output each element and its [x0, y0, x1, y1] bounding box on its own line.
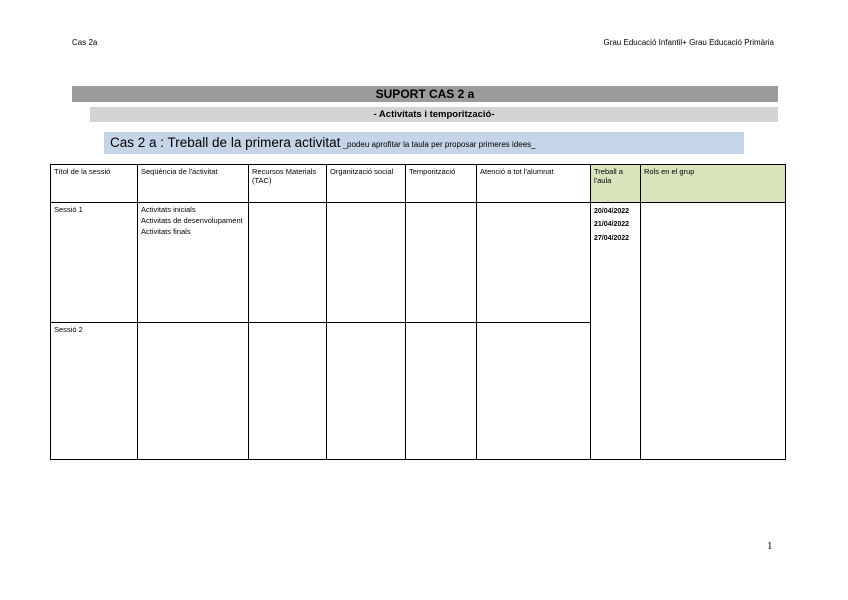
activity-development: Activitats de desenvolupament: [141, 216, 243, 225]
planning-table: Títol de la sessió Seqüència de l'activi…: [50, 164, 786, 460]
case-heading-note: _podeu aprofitar la taula per proposar p…: [340, 140, 536, 149]
session-1-sequence: Activitats inicials Activitats de desenv…: [137, 202, 249, 323]
session-1-timing: [405, 202, 477, 323]
date-1: 20/04/2022: [594, 208, 630, 215]
table-header-row: Títol de la sessió Seqüència de l'activi…: [50, 164, 786, 203]
col-header-classroom-work: Treball a l'aula: [590, 164, 641, 203]
case-heading: Cas 2 a : Treball de la primera activita…: [104, 132, 744, 154]
session-1-resources: [248, 202, 327, 323]
col-header-timing: Temporització: [405, 164, 477, 203]
session-2-attention: [476, 322, 591, 460]
activity-initial: Activitats inicials: [141, 205, 196, 214]
table-row: Sessió 1 Activitats inicials Activitats …: [50, 202, 786, 460]
session-1-title: Sessió 1: [50, 202, 138, 323]
col-header-sequence: Seqüència de l'activitat: [137, 164, 249, 203]
col-header-resources: Recursos Materials (TAC): [248, 164, 327, 203]
page-header-left: Cas 2a: [72, 38, 98, 47]
page-number: 1: [767, 540, 773, 552]
col-header-organization: Organització social: [326, 164, 406, 203]
activity-final: Activitats finals: [141, 227, 191, 236]
session-1-attention: [476, 202, 591, 323]
case-heading-main: Cas 2 a : Treball de la primera activita…: [110, 135, 341, 150]
session-2-sequence: [137, 322, 249, 460]
col-header-attention: Atenció a tot l'alumnat: [476, 164, 591, 203]
session-2-title: Sessió 2: [50, 322, 138, 460]
page-subtitle: - Activitats i temporització-: [90, 107, 778, 122]
session-2-organization: [326, 322, 406, 460]
col-header-group-roles: Rols en el grup: [640, 164, 786, 203]
date-3: 27/04/2022: [594, 234, 630, 242]
session-1-organization: [326, 202, 406, 323]
session-2-resources: [248, 322, 327, 460]
classroom-work-dates: 20/04/2022 21/04/2022 27/04/2022: [590, 202, 641, 460]
date-2: 21/04/2022: [594, 221, 630, 229]
col-header-session-title: Títol de la sessió: [50, 164, 138, 203]
session-2-timing: [405, 322, 477, 460]
page-header-right: Grau Educació Infantil+ Grau Educació Pr…: [603, 38, 774, 47]
group-roles-cell: [640, 202, 786, 460]
page-title: SUPORT CAS 2 a: [72, 86, 778, 102]
